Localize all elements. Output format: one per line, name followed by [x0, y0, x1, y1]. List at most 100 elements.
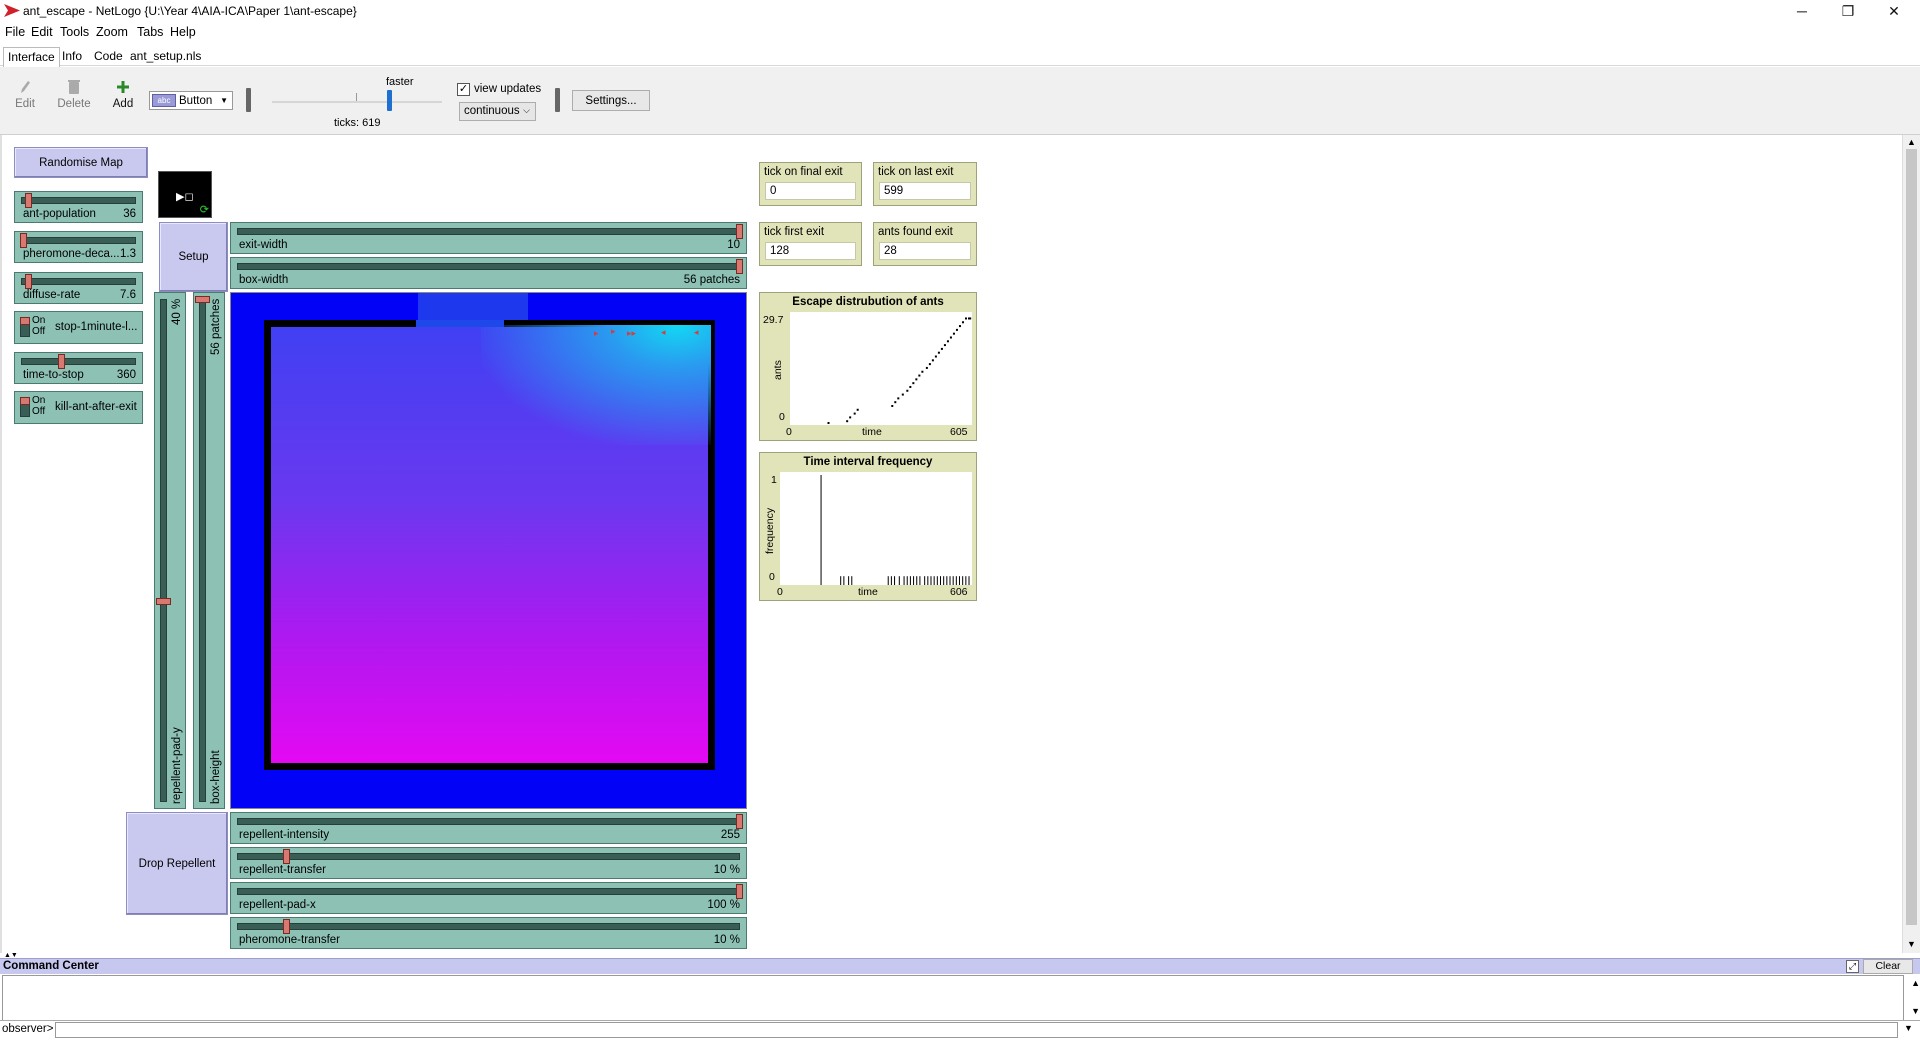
slider-thumb[interactable] — [736, 224, 743, 239]
menu-bar: File Edit Tools Zoom Tabs Help — [0, 23, 1920, 43]
go-forever-button[interactable]: ▶◻ ⟳ — [158, 171, 212, 218]
menu-zoom[interactable]: Zoom — [96, 25, 128, 39]
exit-width-slider[interactable]: exit-width 10 — [230, 222, 747, 254]
tab-ant-setup[interactable]: ant_setup.nls — [126, 47, 205, 67]
scroll-down-icon[interactable]: ▼ — [1907, 939, 1916, 949]
minimize-icon: ─ — [1797, 3, 1807, 19]
ant-icon: ▸▸ — [627, 328, 637, 338]
repellent-intensity-slider[interactable]: repellent-intensity 255 — [230, 812, 747, 844]
restore-button[interactable]: ❐ — [1826, 0, 1870, 22]
repellent-pad-x-slider[interactable]: repellent-pad-x 100 % — [230, 882, 747, 914]
menu-file[interactable]: File — [5, 25, 25, 39]
escape-distribution-plot[interactable]: Escape distrubution of ants 29.7 0 0 tim… — [759, 292, 977, 441]
observer-prompt[interactable]: observer> — [2, 1023, 53, 1035]
menu-help[interactable]: Help — [170, 25, 196, 39]
histogram-bar — [965, 576, 967, 585]
command-input[interactable] — [55, 1022, 1898, 1038]
scroll-down-icon[interactable]: ▼ — [1911, 1006, 1920, 1016]
slider-thumb[interactable] — [283, 849, 290, 864]
slider-thumb[interactable] — [195, 296, 210, 303]
slider-track[interactable] — [21, 358, 136, 365]
data-point — [897, 397, 900, 400]
repellent-transfer-slider[interactable]: repellent-transfer 10 % — [230, 847, 747, 879]
menu-tabs[interactable]: Tabs — [137, 25, 163, 39]
delete-button[interactable]: Delete — [56, 79, 92, 119]
slider-track[interactable] — [21, 197, 136, 204]
switch-thumb[interactable] — [20, 317, 30, 325]
drop-repellent-button[interactable]: Drop Repellent — [126, 812, 228, 915]
slider-thumb[interactable] — [736, 259, 743, 274]
monitor-label: tick first exit — [764, 226, 825, 238]
tab-interface[interactable]: Interface — [3, 47, 60, 67]
slider-track[interactable] — [237, 818, 740, 825]
command-input-bar: observer> ▼ — [0, 1020, 1920, 1040]
time-interval-frequency-plot[interactable]: Time interval frequency 1 0 0 time 606 f… — [759, 452, 977, 601]
slider-track[interactable] — [237, 888, 740, 895]
menu-edit[interactable]: Edit — [31, 25, 53, 39]
box-height-slider[interactable]: 56 patches box-height — [193, 292, 225, 809]
toolbar: Edit Delete Add abc Button ▼ faster tick… — [0, 67, 1920, 135]
slider-track[interactable] — [237, 263, 740, 270]
histogram-bar — [927, 576, 929, 585]
pheromone-transfer-slider[interactable]: pheromone-transfer 10 % — [230, 917, 747, 949]
switch-thumb[interactable] — [20, 397, 30, 405]
clear-button[interactable]: Clear — [1863, 959, 1913, 974]
settings-button[interactable]: Settings... — [572, 90, 650, 111]
add-button[interactable]: Add — [110, 79, 136, 119]
randomise-map-button[interactable]: Randomise Map — [14, 147, 148, 178]
slider-track[interactable] — [237, 853, 740, 860]
view-updates-checkbox[interactable]: ✓ — [457, 83, 470, 96]
switch-off-label: Off — [32, 326, 46, 337]
ant-population-slider[interactable]: ant-population 36 — [14, 191, 143, 223]
time-to-stop-slider[interactable]: time-to-stop 360 — [14, 352, 143, 384]
slider-track[interactable] — [199, 299, 206, 802]
pheromone-decay-slider[interactable]: pheromone-deca... 1.3 — [14, 231, 143, 263]
histogram-bar — [959, 576, 961, 585]
slider-thumb[interactable] — [156, 598, 171, 605]
data-point — [846, 420, 849, 423]
slider-thumb[interactable] — [58, 354, 65, 369]
update-mode-select[interactable]: continuous ⌵ — [459, 102, 536, 121]
tab-code[interactable]: Code — [90, 47, 127, 67]
world-view[interactable]: ▸ ▸ ▸▸ ◂ ◂ — [230, 292, 747, 809]
expand-icon[interactable]: ⤢ — [1846, 960, 1859, 973]
slider-track[interactable] — [21, 237, 136, 244]
diffuse-rate-slider[interactable]: diffuse-rate 7.6 — [14, 272, 143, 304]
speed-slider-track[interactable] — [272, 101, 442, 103]
slider-value: 36 — [123, 208, 136, 220]
vertical-scrollbar[interactable]: ▲ ▼ — [1902, 135, 1920, 953]
slider-value: 7.6 — [120, 289, 136, 301]
scroll-up-icon[interactable]: ▲ — [1911, 978, 1920, 988]
slider-track[interactable] — [237, 228, 740, 235]
slider-track[interactable] — [21, 278, 136, 285]
slider-thumb[interactable] — [25, 193, 32, 208]
data-point — [961, 321, 964, 324]
slider-label: exit-width — [239, 239, 288, 251]
kill-ant-after-exit-switch[interactable]: On Off kill-ant-after-exit — [14, 391, 143, 424]
menu-tools[interactable]: Tools — [60, 25, 89, 39]
tab-info[interactable]: Info — [58, 47, 86, 67]
scroll-thumb[interactable] — [1906, 149, 1917, 925]
chevron-down-icon[interactable]: ▼ — [1904, 1023, 1913, 1033]
box-width-slider[interactable]: box-width 56 patches — [230, 257, 747, 289]
command-output[interactable]: ▲ ▼ — [2, 975, 1920, 1021]
minimize-button[interactable]: ─ — [1780, 0, 1824, 22]
repellent-pad-y-slider[interactable]: 40 % repellent-pad-y — [154, 292, 186, 809]
slider-track[interactable] — [160, 299, 167, 802]
widget-type-select[interactable]: abc Button ▼ — [149, 91, 233, 110]
histogram-bar — [890, 576, 892, 585]
close-window-button[interactable]: ✕ — [1872, 0, 1916, 22]
scroll-up-icon[interactable]: ▲ — [1907, 137, 1916, 147]
slider-value: 10 % — [713, 864, 740, 876]
edit-button[interactable]: Edit — [14, 79, 36, 119]
stop-1minute-switch[interactable]: On Off stop-1minute-l... — [14, 311, 143, 344]
slider-thumb[interactable] — [736, 884, 743, 899]
slider-thumb[interactable] — [736, 814, 743, 829]
slider-thumb[interactable] — [283, 919, 290, 934]
slider-thumb[interactable] — [25, 274, 32, 289]
slider-track[interactable] — [237, 923, 740, 930]
speed-slider-thumb[interactable] — [387, 90, 392, 111]
exit-gradient — [418, 293, 528, 323]
slider-thumb[interactable] — [20, 233, 27, 248]
setup-button[interactable]: Setup — [159, 222, 228, 292]
